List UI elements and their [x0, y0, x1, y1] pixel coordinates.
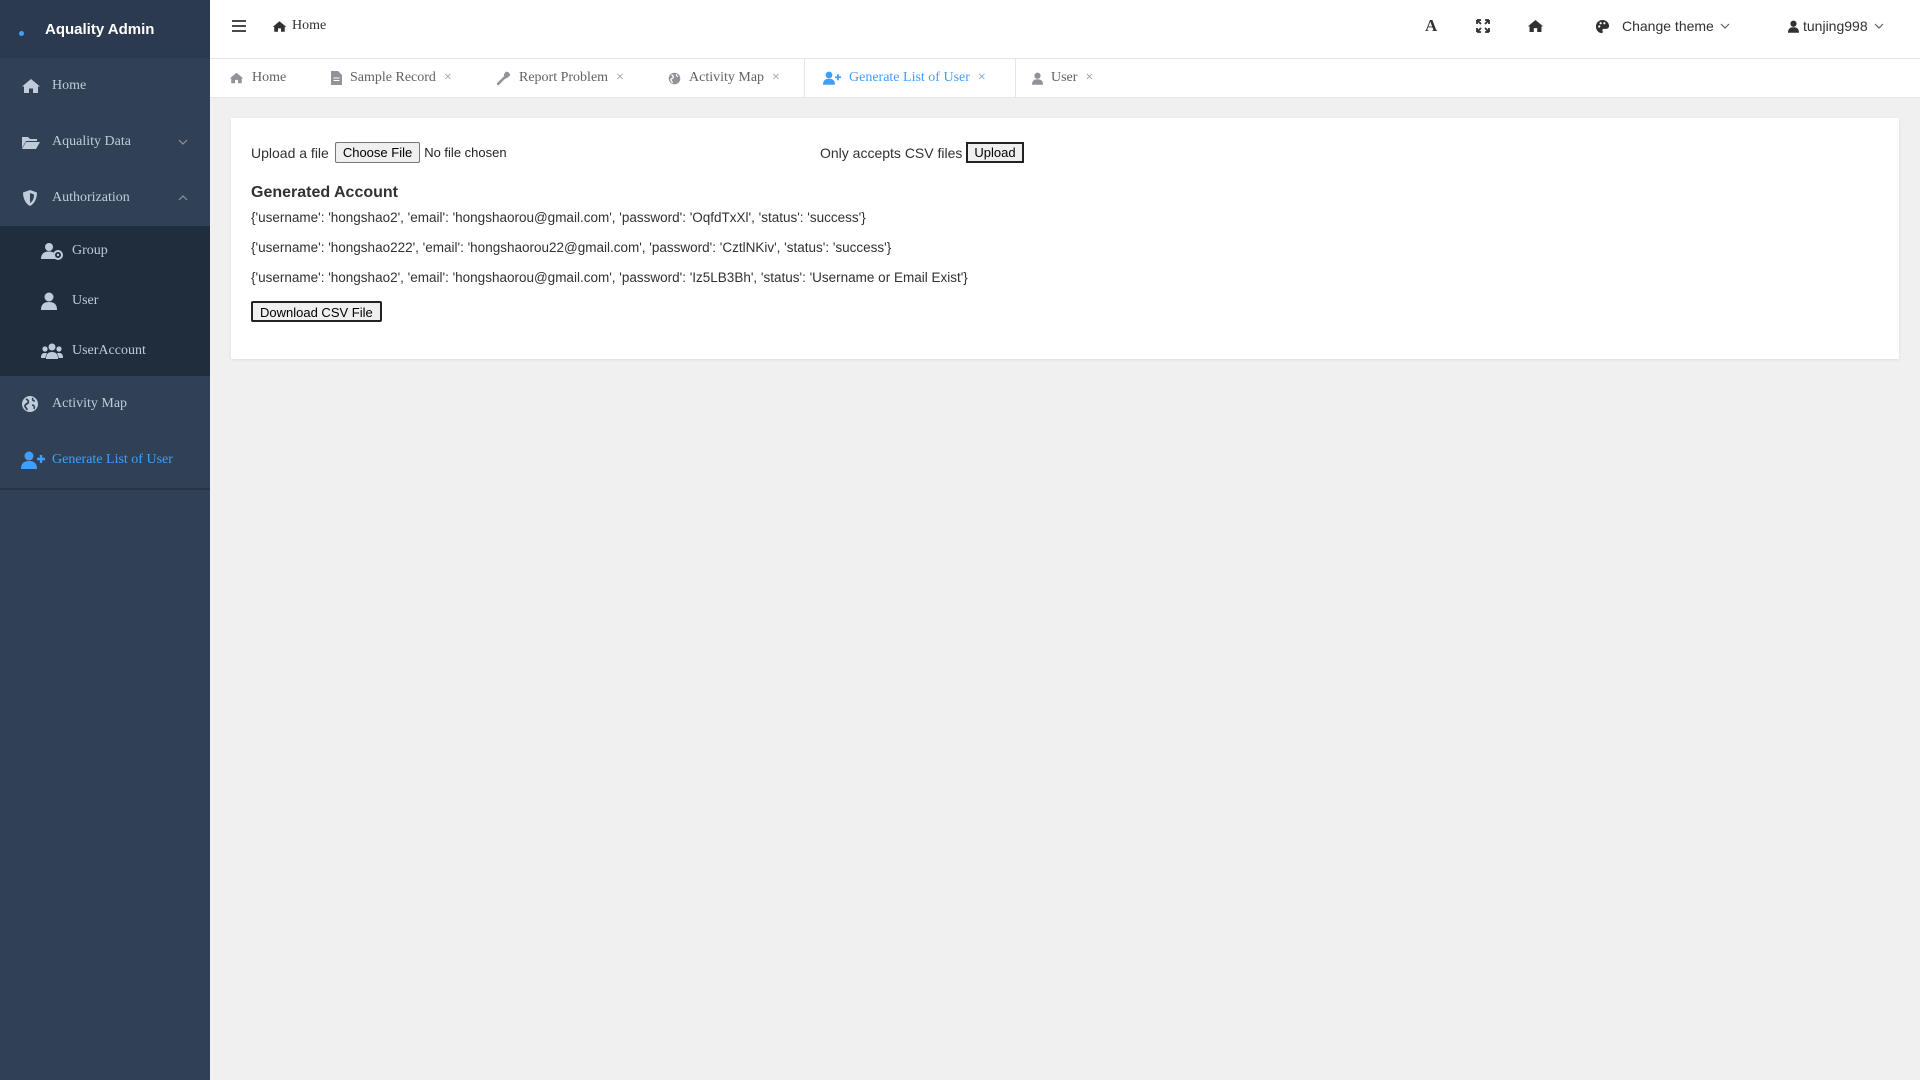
sidebar-logo[interactable]: Aquality Admin	[0, 0, 210, 58]
sidebar-item-useraccount[interactable]: UserAccount	[0, 326, 210, 376]
tab-sample-record[interactable]: Sample Record ×	[331, 59, 452, 97]
sidebar-item-label: UserAccount	[72, 343, 146, 358]
sidebar-menu: Home Aquality Data Authorization Group U…	[0, 58, 210, 490]
tab-label: Generate List of User	[849, 70, 970, 85]
user-group-icon	[41, 242, 63, 260]
tab-home[interactable]: Home	[229, 59, 286, 97]
users-icon	[41, 343, 63, 359]
sidebar-item-activity-map[interactable]: Activity Map	[0, 376, 210, 432]
no-file-chosen-text: No file chosen	[424, 145, 507, 160]
upload-button[interactable]: Upload	[966, 142, 1024, 163]
tab-generate-list-of-user[interactable]: Generate List of User ×	[804, 59, 1016, 97]
generated-account-title: Generated Account	[251, 184, 398, 201]
account-entry: {'username': 'hongshao2', 'email': 'hong…	[251, 210, 866, 225]
change-theme-dropdown[interactable]: Change theme	[1595, 18, 1730, 34]
user-plus-icon	[823, 71, 841, 85]
upload-form: Upload a file Choose File No file chosen…	[251, 142, 1024, 163]
home-icon	[21, 78, 41, 94]
close-icon[interactable]: ×	[444, 70, 452, 86]
sidebar-item-home[interactable]: Home	[0, 58, 210, 114]
csv-note: Only accepts CSV files	[820, 144, 963, 161]
sidebar-item-generate-list-of-user[interactable]: Generate List of User	[0, 432, 210, 488]
globe-icon	[668, 72, 681, 85]
download-csv-button[interactable]: Download CSV File	[251, 301, 382, 322]
change-theme-label: Change theme	[1622, 18, 1714, 34]
sidebar-item-authorization[interactable]: Authorization	[0, 170, 210, 226]
username-label: tunjing998	[1803, 18, 1868, 34]
file-icon	[331, 71, 342, 85]
tab-label: Home	[252, 70, 287, 85]
chevron-down-icon	[1874, 23, 1884, 29]
tab-activity-map[interactable]: Activity Map ×	[668, 59, 780, 97]
menu-divider	[0, 488, 210, 490]
chevron-up-icon	[178, 195, 188, 201]
sidebar: Aquality Admin Home Aquality Data Author…	[0, 0, 210, 1080]
sidebar-item-label: Aquality Data	[52, 134, 131, 149]
upload-label: Upload a file	[251, 144, 329, 161]
choose-file-button[interactable]: Choose File	[334, 142, 421, 163]
close-icon[interactable]: ×	[616, 70, 624, 86]
user-icon	[1788, 20, 1799, 33]
palette-icon	[1595, 19, 1610, 34]
close-icon[interactable]: ×	[1085, 70, 1093, 86]
home-icon	[272, 20, 287, 33]
user-icon	[41, 292, 57, 310]
tab-label: Sample Record	[350, 70, 436, 85]
account-entry: {'username': 'hongshao2', 'email': 'hong…	[251, 270, 968, 285]
account-entry: {'username': 'hongshao222', 'email': 'ho…	[251, 240, 892, 255]
sidebar-item-label: Group	[72, 243, 108, 258]
tab-label: Report Problem	[519, 70, 609, 85]
sidebar-item-label: Activity Map	[52, 396, 128, 411]
sidebar-item-group[interactable]: Group	[0, 226, 210, 276]
close-icon[interactable]: ×	[978, 70, 986, 86]
tab-report-problem[interactable]: Report Problem ×	[497, 59, 624, 97]
sidebar-item-label: Authorization	[52, 190, 130, 205]
font-size-icon[interactable]: A	[1425, 16, 1437, 36]
tab-label: Activity Map	[689, 70, 765, 85]
generate-users-card: Upload a file Choose File No file chosen…	[231, 118, 1899, 359]
sidebar-item-user[interactable]: User	[0, 276, 210, 326]
csv-note-group: Only accepts CSV files Upload	[820, 142, 1024, 163]
globe-icon	[21, 395, 39, 413]
user-plus-icon	[21, 451, 45, 469]
sidebar-item-label: Generate List of User	[52, 452, 173, 467]
authorization-submenu: Group User UserAccount	[0, 226, 210, 376]
tab-user[interactable]: User ×	[1032, 59, 1093, 97]
tab-label: User	[1051, 70, 1078, 85]
breadcrumb-home[interactable]: Home	[292, 18, 326, 34]
shield-icon	[21, 189, 39, 207]
tabs-bar: Home Sample Record × Report Problem × Ac…	[210, 59, 1920, 98]
chevron-down-icon	[178, 139, 188, 145]
breadcrumb: Home	[272, 18, 326, 34]
folder-open-icon	[21, 134, 41, 150]
fullscreen-icon[interactable]	[1476, 19, 1490, 33]
user-icon	[1032, 72, 1043, 85]
user-dropdown[interactable]: tunjing998	[1788, 18, 1884, 34]
home-icon[interactable]	[1527, 19, 1544, 33]
sidebar-item-aquality-data[interactable]: Aquality Data	[0, 114, 210, 170]
chevron-down-icon	[1720, 23, 1730, 29]
sidebar-item-label: Home	[52, 78, 87, 93]
close-icon[interactable]: ×	[772, 70, 780, 86]
app-title: Aquality Admin	[45, 20, 155, 38]
logo-icon	[19, 30, 24, 36]
top-header: Home A Change theme tunjing998	[210, 0, 1920, 59]
hamburger-menu-icon[interactable]	[232, 19, 246, 33]
home-icon	[229, 72, 244, 84]
sidebar-item-label: User	[72, 293, 99, 308]
wrench-icon	[497, 71, 511, 85]
